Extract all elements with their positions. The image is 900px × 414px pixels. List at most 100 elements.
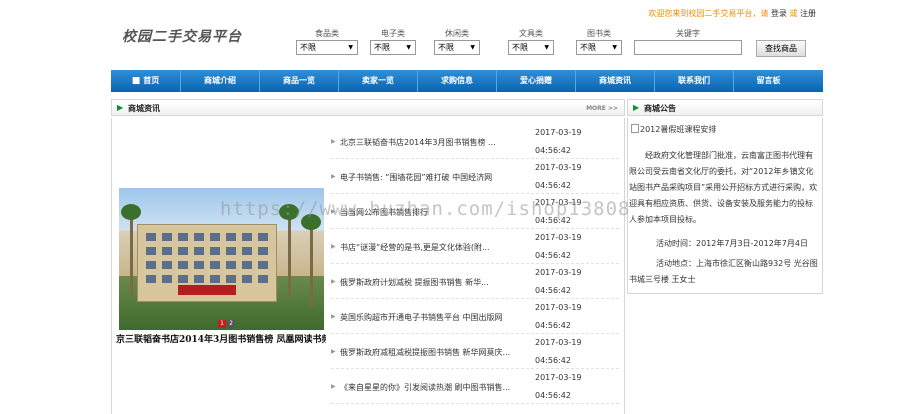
news-item[interactable]: ▶ 《来自星星的你》引发阅读热潮 刷中图书销售... 2017-03-19 04:56… [331,369,619,404]
notice-section-title: 商城公告 [644,104,676,113]
bullet-icon: ▶ [331,348,336,355]
filter-stationery: 文具类 不限 ▼ [508,28,554,55]
news-date: 2017-03-19 [535,338,582,347]
bullet-icon: ▶ [331,243,336,250]
filter-select-electronics[interactable]: 不限 ▼ [370,40,416,55]
filter-label: 文具类 [519,29,543,38]
news-date: 2017-03-19 [535,233,582,242]
news-item[interactable]: ▶ 北京三联韬奋书店2014年3月图书销售榜 ... 2017-03-19 04:56… [331,124,619,159]
notice-place: 活动地点：上海市徐汇区衡山路932号 光谷图书城三号楼 王女士 [629,259,818,284]
news-item[interactable]: ▶ 电子书销售: “围墙花园”难打破 中国经济网 2017-03-19 04:56:4… [331,159,619,194]
news-section-header: ▶ 商城资讯 MORE >> [111,99,625,116]
news-time: 04:56:42 [535,321,571,330]
notice-section-header: ▶ 商城公告 [627,99,823,116]
news-title[interactable]: 电子书销售: “围墙花园”难打破 中国经济网 [340,172,528,183]
slider-dots: 1 2 [218,320,235,328]
news-item[interactable]: ▶ 俄罗斯政府减租减税提振图书销售 新华网莫庆... 2017-03-19 04:56… [331,334,619,369]
search-button[interactable]: 查找商品 [756,40,806,57]
nav-donate[interactable]: 爱心捐赠 [497,70,576,92]
news-title[interactable]: 北京三联韬奋书店2014年3月图书销售榜 ... [340,137,528,148]
filter-label: 电子类 [381,29,405,38]
site-logo[interactable]: 校园二手交易平台 [122,26,242,46]
news-item[interactable]: ▶ 俄罗斯政府计划减税 提振图书销售 新华... 2017-03-19 04:56:4… [331,264,619,299]
filter-food: 食品类 不限 ▼ [296,28,358,55]
bullet-icon: ▶ [331,383,336,390]
filter-select-leisure[interactable]: 不限 ▼ [434,40,480,55]
news-item[interactable]: ▶ 书店“谜漫”经营的是书,更是文化体验(附... 2017-03-19 04:56:… [331,229,619,264]
news-date: 2017-03-19 [535,163,582,172]
nav-products[interactable]: 商品一览 [260,70,339,92]
nav-sellers[interactable]: 卖家一览 [339,70,418,92]
welcome-text: 欢迎您来到校园二手交易平台，请 [648,9,769,18]
building [137,224,277,302]
home-icon: ■ [131,76,141,86]
dropdown-arrow-icon: ▼ [544,44,549,51]
triangle-icon: ▶ [117,103,124,112]
news-title[interactable]: 英国乐购超市开通电子书销售平台 中国出版网 [340,312,528,323]
nav-about[interactable]: 商城介绍 [181,70,260,92]
news-title[interactable]: 《来自星星的你》引发阅读热潮 刷中图书销售... [340,382,528,393]
news-time: 04:56:42 [535,181,571,190]
news-date: 2017-03-19 [535,373,582,382]
news-time: 04:56:42 [535,251,571,260]
keyword-label: 关键字 [676,29,700,38]
filter-select-stationery[interactable]: 不限 ▼ [508,40,554,55]
triangle-icon: ▶ [633,103,640,112]
news-time: 04:56:42 [535,286,571,295]
page: 校园二手交易平台 欢迎您来到校园二手交易平台，请 登录 或 注册 食品类 不限 ▼… [0,0,900,414]
register-link[interactable]: 注册 [800,9,816,18]
broken-image-icon [631,124,639,133]
filter-select-books[interactable]: 不限 ▼ [576,40,622,55]
news-item[interactable]: ▶ 英国乐购超市开通电子书销售平台 中国出版网 2017-03-19 04:56:42 [331,299,619,334]
news-list: ▶ 北京三联韬奋书店2014年3月图书销售榜 ... 2017-03-19 04:56… [331,124,619,404]
filter-books: 图书类 不限 ▼ [576,28,622,55]
filter-label: 休闲类 [445,29,469,38]
dropdown-arrow-icon: ▼ [470,44,475,51]
nav-wanted[interactable]: 求购信息 [418,70,497,92]
slider-dot[interactable]: 2 [227,320,235,328]
dropdown-arrow-icon: ▼ [612,44,617,51]
bullet-icon: ▶ [331,278,336,285]
welcome-bar: 欢迎您来到校园二手交易平台，请 登录 或 注册 [648,8,816,19]
news-section-title: 商城资讯 [128,104,160,113]
notice-image-alt: 2012暑假班课程安排 [640,125,717,134]
filter-label: 食品类 [315,29,339,38]
dropdown-arrow-icon: ▼ [348,44,353,51]
filter-electronics: 电子类 不限 ▼ [370,28,416,55]
news-date: 2017-03-19 [535,128,582,137]
main-nav: ■ 首页 商城介绍 商品一览 卖家一览 求购信息 爱心捐赠 商城资讯 联系我们 留… [111,70,823,92]
bullet-icon: ▶ [331,138,336,145]
slider-dot[interactable]: 1 [218,320,226,328]
watermark: https://www.huzhan.com/ishop13808 [220,198,631,220]
notice-body: 经政府文化管理部门批准，云南富正图书代理有限公司受云南省文化厅的委托，对“201… [629,151,818,224]
filter-label: 图书类 [587,29,611,38]
filter-select-food[interactable]: 不限 ▼ [296,40,358,55]
news-time: 04:56:42 [535,146,571,155]
filter-leisure: 休闲类 不限 ▼ [434,28,480,55]
news-title[interactable]: 俄罗斯政府计划减税 提振图书销售 新华... [340,277,528,288]
slider-caption[interactable]: 京三联韬奋书店2014年3月图书销售榜 凤凰网读书频 [116,332,326,345]
login-link[interactable]: 登录 [771,9,787,18]
more-link[interactable]: MORE >> [586,105,618,112]
or-text: 或 [789,9,798,18]
news-time: 04:56:42 [535,391,571,400]
building-sign [178,285,236,295]
nav-contact[interactable]: 联系我们 [655,70,734,92]
nav-news[interactable]: 商城资讯 [576,70,655,92]
bullet-icon: ▶ [331,173,336,180]
dropdown-arrow-icon: ▼ [406,44,411,51]
keyword-group: 关键字 [634,28,742,55]
news-time: 04:56:42 [535,356,571,365]
keyword-input[interactable] [634,40,742,55]
news-date: 2017-03-19 [535,268,582,277]
search-filters: 食品类 不限 ▼ 电子类 不限 ▼ 休闲类 不限 ▼ 文具类 不限 ▼ 图书类 不限 ▼ … [296,28,816,58]
notice-time: 活动时间：2012年7月3日-2012年7月4日 [656,239,808,248]
bullet-icon: ▶ [331,313,336,320]
palm-tree [301,206,321,306]
news-title[interactable]: 俄罗斯政府减租减税提振图书销售 新华网莫庆... [340,347,528,358]
news-date: 2017-03-19 [535,303,582,312]
nav-guestbook[interactable]: 留言板 [734,70,803,92]
news-title[interactable]: 书店“谜漫”经营的是书,更是文化体验(附... [340,242,528,253]
notice-image[interactable]: 2012暑假班课程安排 [631,124,716,135]
nav-home[interactable]: ■ 首页 [111,70,181,92]
